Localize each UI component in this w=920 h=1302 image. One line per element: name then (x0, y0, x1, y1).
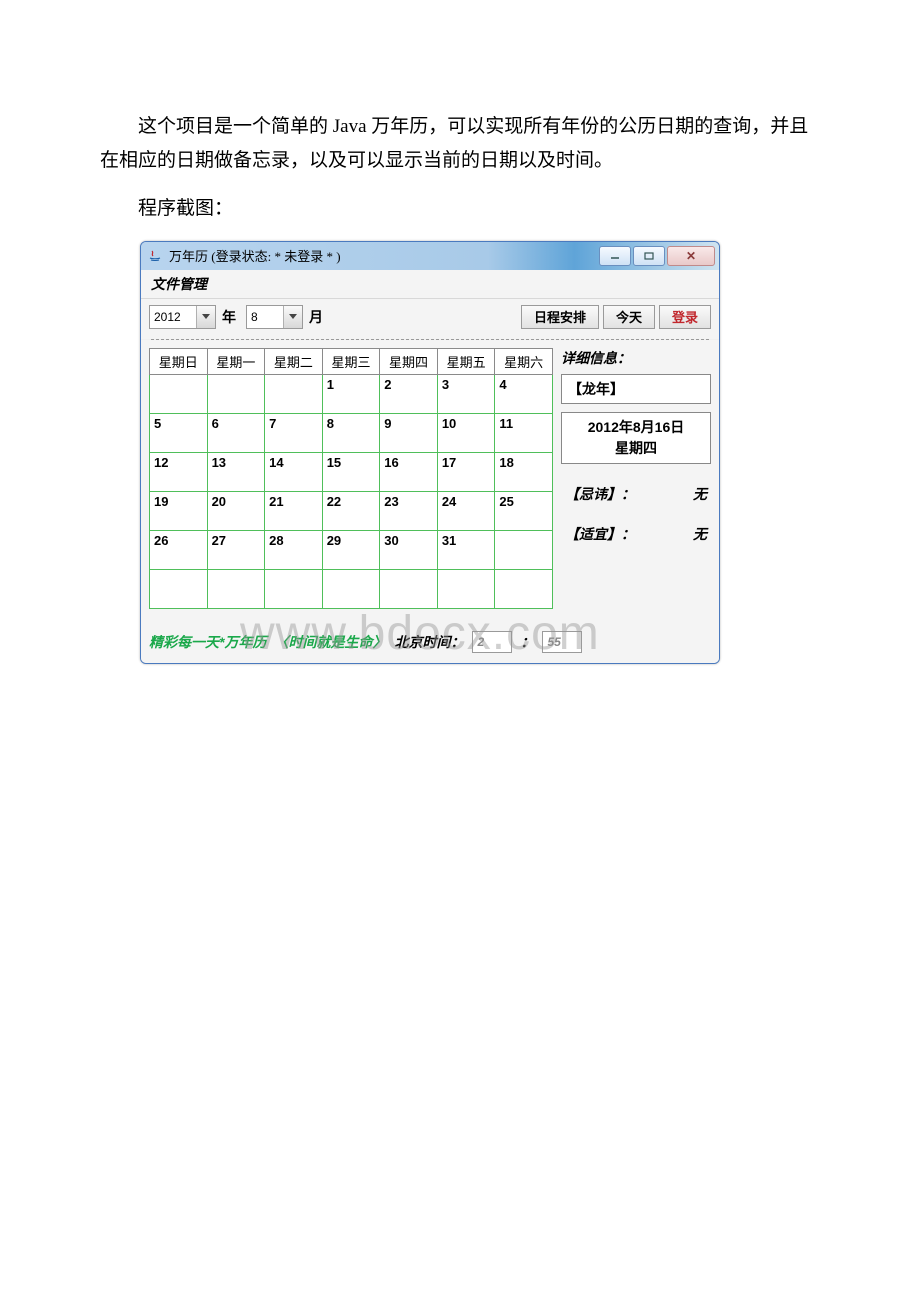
calendar-cell[interactable]: 12 (150, 452, 208, 491)
menu-file[interactable]: 文件管理 (141, 270, 719, 299)
weekday-header: 星期二 (265, 348, 323, 374)
weekday-header: 星期三 (322, 348, 380, 374)
calendar-cell[interactable]: 6 (207, 413, 265, 452)
login-button[interactable]: 登录 (659, 305, 711, 329)
close-button[interactable]: ✕ (667, 246, 715, 266)
calendar-cell[interactable]: 8 (322, 413, 380, 452)
maximize-button[interactable] (633, 246, 665, 266)
zodiac-box: 【龙年】 (561, 374, 711, 404)
motto-text: 精彩每一天*万年历 (149, 632, 266, 652)
chevron-down-icon (283, 306, 302, 328)
weekday-header: 星期五 (437, 348, 495, 374)
calendar-cell[interactable]: 26 (150, 530, 208, 569)
sub-motto: 〈时间就是生命〉 (274, 632, 386, 652)
weekday-header: 星期一 (207, 348, 265, 374)
calendar-cell[interactable] (207, 374, 265, 413)
calendar-cell[interactable]: 28 (265, 530, 323, 569)
beijing-time-label: 北京时间： (394, 632, 464, 652)
calendar-cell[interactable]: 2 (380, 374, 438, 413)
screenshot-label: 程序截图： (100, 192, 820, 226)
calendar-cell[interactable]: 9 (380, 413, 438, 452)
calendar-cell[interactable]: 19 (150, 491, 208, 530)
calendar-cell[interactable] (265, 374, 323, 413)
time-colon: ： (520, 632, 534, 652)
calendar-grid: 星期日 星期一 星期二 星期三 星期四 星期五 星期六 123456789101… (149, 348, 553, 609)
calendar-row: 262728293031 (150, 530, 553, 569)
schedule-button[interactable]: 日程安排 (521, 305, 599, 329)
calendar-cell[interactable]: 14 (265, 452, 323, 491)
calendar-cell[interactable]: 10 (437, 413, 495, 452)
calendar-row: 12131415161718 (150, 452, 553, 491)
calendar-cell[interactable] (150, 374, 208, 413)
titlebar: 万年历 (登录状态: * 未登录 * ) ✕ (141, 242, 719, 270)
calendar-cell[interactable]: 31 (437, 530, 495, 569)
hour-field[interactable]: 2 (472, 631, 512, 653)
calendar-cell[interactable] (495, 569, 553, 608)
calendar-cell[interactable]: 20 (207, 491, 265, 530)
detail-panel: 详细信息： 【龙年】 2012年8月16日 星期四 【忌讳】： 无 【适宜】： … (561, 348, 711, 609)
java-icon (147, 248, 163, 264)
month-select[interactable]: 8 (246, 305, 303, 329)
calendar-cell[interactable]: 1 (322, 374, 380, 413)
taboo-row: 【忌讳】： 无 (561, 484, 711, 504)
calendar-cell[interactable]: 17 (437, 452, 495, 491)
weekday-header: 星期四 (380, 348, 438, 374)
window-title: 万年历 (登录状态: * 未登录 * ) (169, 246, 599, 265)
calendar-cell[interactable]: 15 (322, 452, 380, 491)
calendar-cell[interactable]: 11 (495, 413, 553, 452)
calendar-cell[interactable] (495, 530, 553, 569)
minute-field[interactable]: 55 (542, 631, 582, 653)
calendar-cell[interactable]: 25 (495, 491, 553, 530)
calendar-cell[interactable]: 29 (322, 530, 380, 569)
calendar-row: 1234 (150, 374, 553, 413)
calendar-cell[interactable]: 16 (380, 452, 438, 491)
calendar-cell[interactable]: 21 (265, 491, 323, 530)
calendar-row: 19202122232425 (150, 491, 553, 530)
calendar-cell[interactable]: 13 (207, 452, 265, 491)
calendar-cell[interactable]: 23 (380, 491, 438, 530)
calendar-cell[interactable] (437, 569, 495, 608)
status-bar: 精彩每一天*万年历 〈时间就是生命〉 北京时间： 2 ： 55 (141, 619, 719, 663)
calendar-cell[interactable]: 3 (437, 374, 495, 413)
calendar-cell[interactable] (150, 569, 208, 608)
calendar-cell[interactable]: 30 (380, 530, 438, 569)
calendar-cell[interactable] (380, 569, 438, 608)
weekday-header: 星期日 (150, 348, 208, 374)
calendar-row: 567891011 (150, 413, 553, 452)
calendar-cell[interactable] (265, 569, 323, 608)
app-screenshot: 万年历 (登录状态: * 未登录 * ) ✕ 文件管理 2012 年 (140, 241, 720, 664)
calendar-cell[interactable]: 24 (437, 491, 495, 530)
detail-label: 详细信息： (561, 348, 711, 368)
calendar-cell[interactable]: 22 (322, 491, 380, 530)
suitable-row: 【适宜】： 无 (561, 524, 711, 544)
calendar-cell[interactable]: 4 (495, 374, 553, 413)
intro-paragraph: 这个项目是一个简单的 Java 万年历，可以实现所有年份的公历日期的查询，并且在… (100, 110, 820, 178)
calendar-cell[interactable]: 18 (495, 452, 553, 491)
month-label: 月 (307, 307, 329, 327)
today-button[interactable]: 今天 (603, 305, 655, 329)
calendar-cell[interactable]: 5 (150, 413, 208, 452)
chevron-down-icon (196, 306, 215, 328)
year-select[interactable]: 2012 (149, 305, 216, 329)
calendar-row (150, 569, 553, 608)
calendar-cell[interactable]: 27 (207, 530, 265, 569)
year-label: 年 (220, 307, 242, 327)
toolbar: 2012 年 8 月 日程安排 今天 登录 (141, 299, 719, 339)
calendar-cell[interactable] (207, 569, 265, 608)
weekday-header-row: 星期日 星期一 星期二 星期三 星期四 星期五 星期六 (150, 348, 553, 374)
calendar-cell[interactable]: 7 (265, 413, 323, 452)
selected-date-box: 2012年8月16日 星期四 (561, 412, 711, 464)
minimize-button[interactable] (599, 246, 631, 266)
weekday-header: 星期六 (495, 348, 553, 374)
calendar-cell[interactable] (322, 569, 380, 608)
